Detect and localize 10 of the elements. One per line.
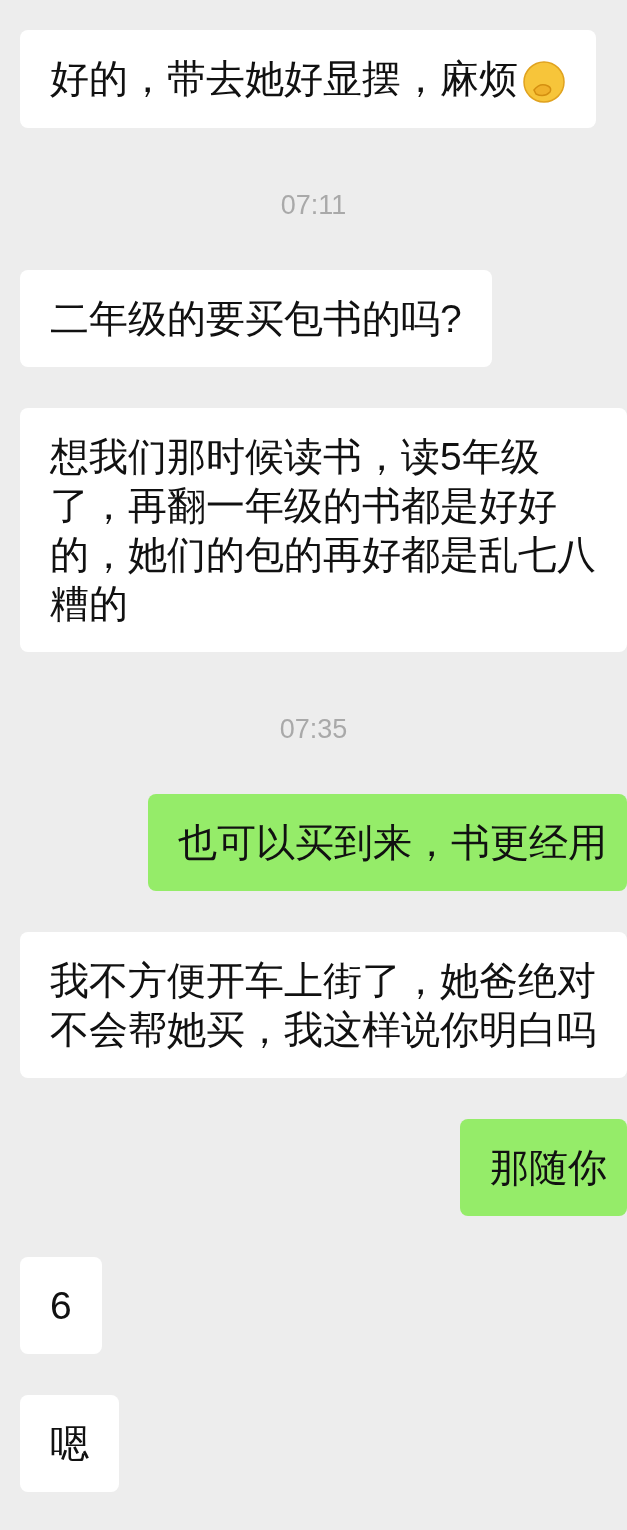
timestamp: 07:11 — [280, 189, 347, 220]
message-text: 想我们那时候读书，读5年级了，再翻一年级的书都是好好的，她们的包的再好都是乱七八糟的 — [50, 434, 596, 625]
message-text: 也可以买到来，书更经用 — [178, 820, 607, 864]
timestamp: 07:35 — [279, 713, 348, 744]
message-text: 我不方便开车上街了，她爸绝对不会帮她买，我这样说你明白吗 — [50, 958, 596, 1051]
message-text: 二年级的要买包书的吗? — [50, 296, 462, 340]
message-text: 6 — [50, 1283, 72, 1327]
message-text: 嗯 — [50, 1421, 89, 1465]
message-text: 好的，带去她好显摆，麻烦 — [50, 57, 518, 100]
message-text: 那随你 — [490, 1145, 607, 1189]
